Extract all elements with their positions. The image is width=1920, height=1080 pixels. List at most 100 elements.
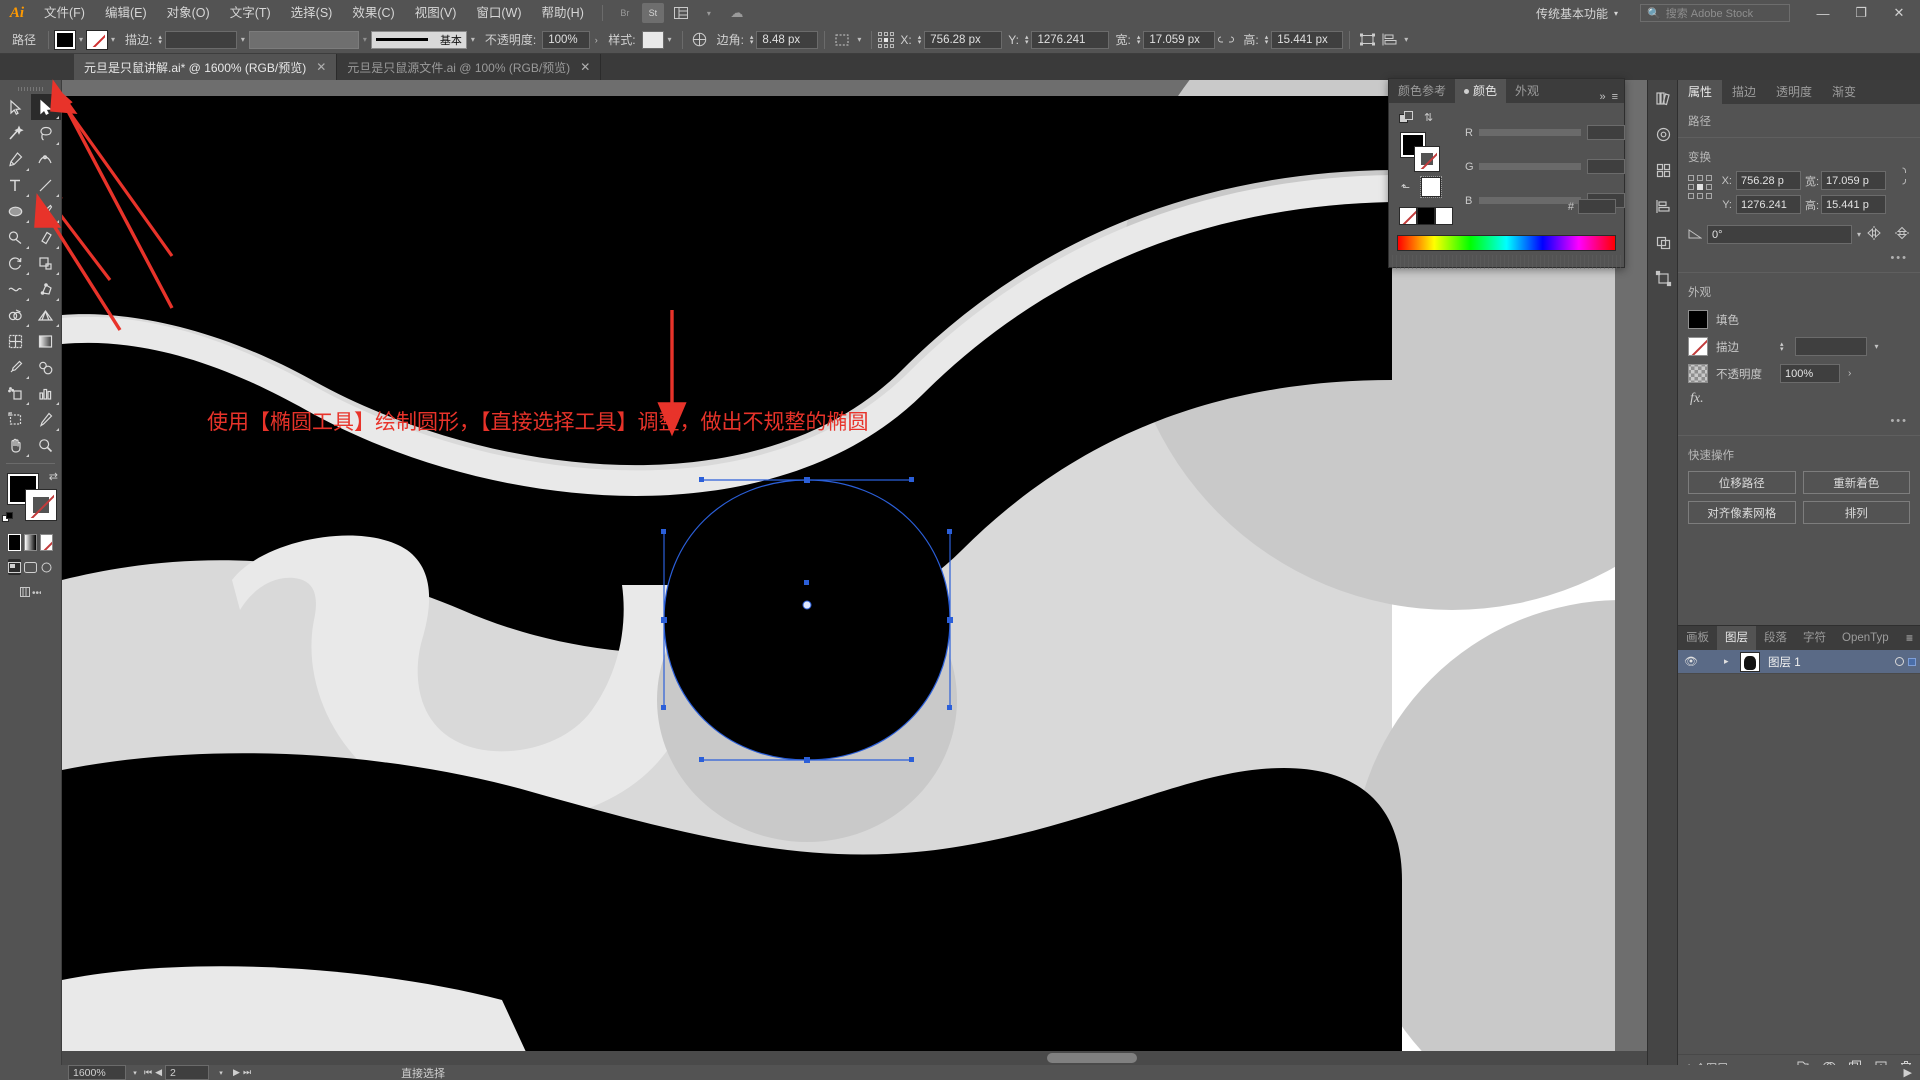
ref-pt[interactable] — [1688, 175, 1694, 181]
white-swatch[interactable] — [1435, 207, 1453, 225]
horizontal-scroll-thumb[interactable] — [1047, 1053, 1137, 1063]
chevron-down-icon[interactable]: ▾ — [698, 3, 720, 23]
y-input[interactable]: 1276.241 — [1031, 30, 1110, 49]
ref-pt[interactable] — [878, 37, 883, 42]
channel-value-r[interactable] — [1587, 125, 1625, 140]
brush-definition-select[interactable]: 基本 — [370, 30, 467, 49]
line-segment-tool[interactable] — [31, 172, 62, 198]
chevron-down-icon[interactable]: ▾ — [1875, 342, 1879, 351]
chevron-down-icon[interactable]: ▾ — [853, 35, 865, 44]
hand-tool[interactable] — [0, 432, 31, 458]
arrange-button[interactable]: 排列 — [1802, 501, 1910, 524]
restore-button[interactable]: ❐ — [1842, 0, 1880, 26]
default-fill-stroke-icon[interactable] — [2, 512, 15, 528]
flip-vertical-icon[interactable] — [1894, 226, 1910, 243]
live-shape-icon[interactable] — [689, 30, 711, 50]
swap-fill-stroke-icon[interactable]: ⇄ — [49, 470, 58, 483]
menu-object[interactable]: 对象(O) — [157, 0, 220, 26]
document-tab-active[interactable]: 元旦是只鼠讲解.ai* @ 1600% (RGB/预览) ✕ — [74, 54, 338, 80]
color-panel-white-swatch[interactable] — [1420, 176, 1442, 198]
menu-window[interactable]: 窗口(W) — [466, 0, 531, 26]
creative-cloud-icon[interactable]: ☁ — [726, 3, 748, 23]
h-input[interactable]: 15.441 p — [1821, 195, 1886, 214]
chevron-down-icon[interactable]: ▾ — [126, 1069, 144, 1077]
ref-pt[interactable] — [884, 31, 889, 36]
eyedropper-tool[interactable] — [0, 354, 31, 380]
opacity-expand-icon[interactable]: › — [590, 35, 602, 45]
direct-selection-tool[interactable] — [30, 94, 61, 120]
appearance-opacity-swatch[interactable] — [1688, 364, 1708, 383]
rotation-angle-input[interactable]: 0° — [1707, 225, 1852, 244]
hex-input[interactable] — [1578, 199, 1616, 214]
menu-type[interactable]: 文字(T) — [220, 0, 281, 26]
full-screen-button[interactable] — [40, 559, 53, 575]
selection-indicator[interactable] — [1908, 657, 1916, 666]
w-stepper[interactable]: ▴ ▾ — [1137, 34, 1141, 46]
tab-artboards[interactable]: 画板 — [1678, 626, 1717, 650]
ref-pt[interactable] — [878, 31, 883, 36]
stroke-weight-input[interactable] — [1794, 337, 1867, 356]
tab-opentype[interactable]: OpenTyp — [1834, 626, 1897, 650]
h-stepper[interactable]: ▴ ▾ — [1265, 34, 1269, 46]
stroke-weight-stepper[interactable]: ▴ ▾ — [158, 34, 162, 46]
fill-stroke-mini-icon[interactable] — [1399, 111, 1414, 128]
magic-wand-tool[interactable] — [0, 120, 31, 146]
type-tool[interactable] — [0, 172, 31, 198]
tab-stroke[interactable]: 描边 — [1722, 80, 1766, 104]
edit-toolbar-button[interactable]: ••• — [0, 575, 61, 599]
ref-pt[interactable] — [1706, 193, 1712, 199]
arrange-documents-icon[interactable] — [670, 3, 692, 23]
align-icon[interactable] — [1648, 188, 1678, 224]
panel-menu-icon[interactable]: ≡ — [1906, 626, 1920, 650]
stroke-weight-input[interactable] — [164, 30, 237, 49]
artboard-tool[interactable] — [0, 406, 31, 432]
tab-transparency[interactable]: 透明度 — [1766, 80, 1822, 104]
stroke-color-swatch[interactable] — [86, 29, 109, 50]
stroke-profile-select[interactable] — [248, 30, 359, 49]
tab-appearance[interactable]: 外观 — [1506, 79, 1548, 103]
x-input[interactable]: 756.28 px — [924, 30, 1003, 49]
ref-pt[interactable] — [878, 43, 883, 48]
offset-path-button[interactable]: 位移路径 — [1688, 471, 1796, 494]
free-transform-tool[interactable] — [31, 276, 62, 302]
opacity-input[interactable]: 100% — [1780, 364, 1840, 383]
chevron-down-icon[interactable]: ▾ — [212, 1069, 230, 1077]
slice-tool[interactable] — [31, 406, 62, 432]
symbols-icon[interactable] — [1648, 152, 1678, 188]
ref-pt[interactable] — [1688, 193, 1694, 199]
appearance-stroke-swatch[interactable] — [1688, 337, 1708, 356]
reference-point-selector[interactable] — [1688, 175, 1712, 199]
menu-file[interactable]: 文件(F) — [34, 0, 95, 26]
h-input[interactable]: 15.441 px — [1271, 30, 1344, 49]
color-spectrum-bar[interactable] — [1397, 235, 1616, 251]
recolor-button[interactable]: 重新着色 — [1802, 471, 1910, 494]
tab-character[interactable]: 字符 — [1795, 626, 1834, 650]
zoom-level-input[interactable]: 1600% — [68, 1065, 126, 1080]
pathfinder-icon[interactable] — [1648, 224, 1678, 260]
ref-pt-center[interactable] — [884, 37, 889, 42]
close-button[interactable]: ✕ — [1880, 0, 1918, 26]
panel-menu-icon[interactable]: ≡ — [1612, 91, 1618, 103]
y-stepper[interactable]: ▴ ▾ — [1025, 34, 1029, 46]
transform-panel-icon[interactable] — [1648, 260, 1678, 296]
channel-slider-r[interactable] — [1479, 129, 1581, 136]
menu-view[interactable]: 视图(V) — [405, 0, 467, 26]
curvature-tool[interactable] — [31, 146, 62, 172]
tab-paragraph[interactable]: 段落 — [1756, 626, 1795, 650]
ref-pt[interactable] — [1706, 175, 1712, 181]
rotate-tool[interactable] — [0, 250, 31, 276]
w-input[interactable]: 17.059 px — [1143, 30, 1216, 49]
eraser-tool[interactable] — [31, 224, 62, 250]
tab-gradient[interactable]: 渐变 — [1822, 80, 1866, 104]
menu-edit[interactable]: 编辑(E) — [95, 0, 157, 26]
stroke-weight-stepper[interactable]: ▴ ▾ — [1780, 341, 1784, 353]
perspective-grid-tool[interactable] — [31, 302, 62, 328]
x-stepper[interactable]: ▴ ▾ — [918, 34, 922, 46]
opacity-input[interactable]: 100% — [542, 30, 591, 49]
chevron-down-icon[interactable]: ▾ — [237, 35, 249, 44]
document-tab-inactive[interactable]: 元旦是只鼠源文件.ai @ 100% (RGB/预览) ✕ — [337, 54, 602, 80]
channel-slider-b[interactable] — [1479, 197, 1581, 204]
column-graph-tool[interactable] — [31, 380, 62, 406]
swap-colors-icon[interactable]: ⇅ — [1424, 111, 1433, 128]
target-circle-icon[interactable] — [1895, 657, 1904, 666]
